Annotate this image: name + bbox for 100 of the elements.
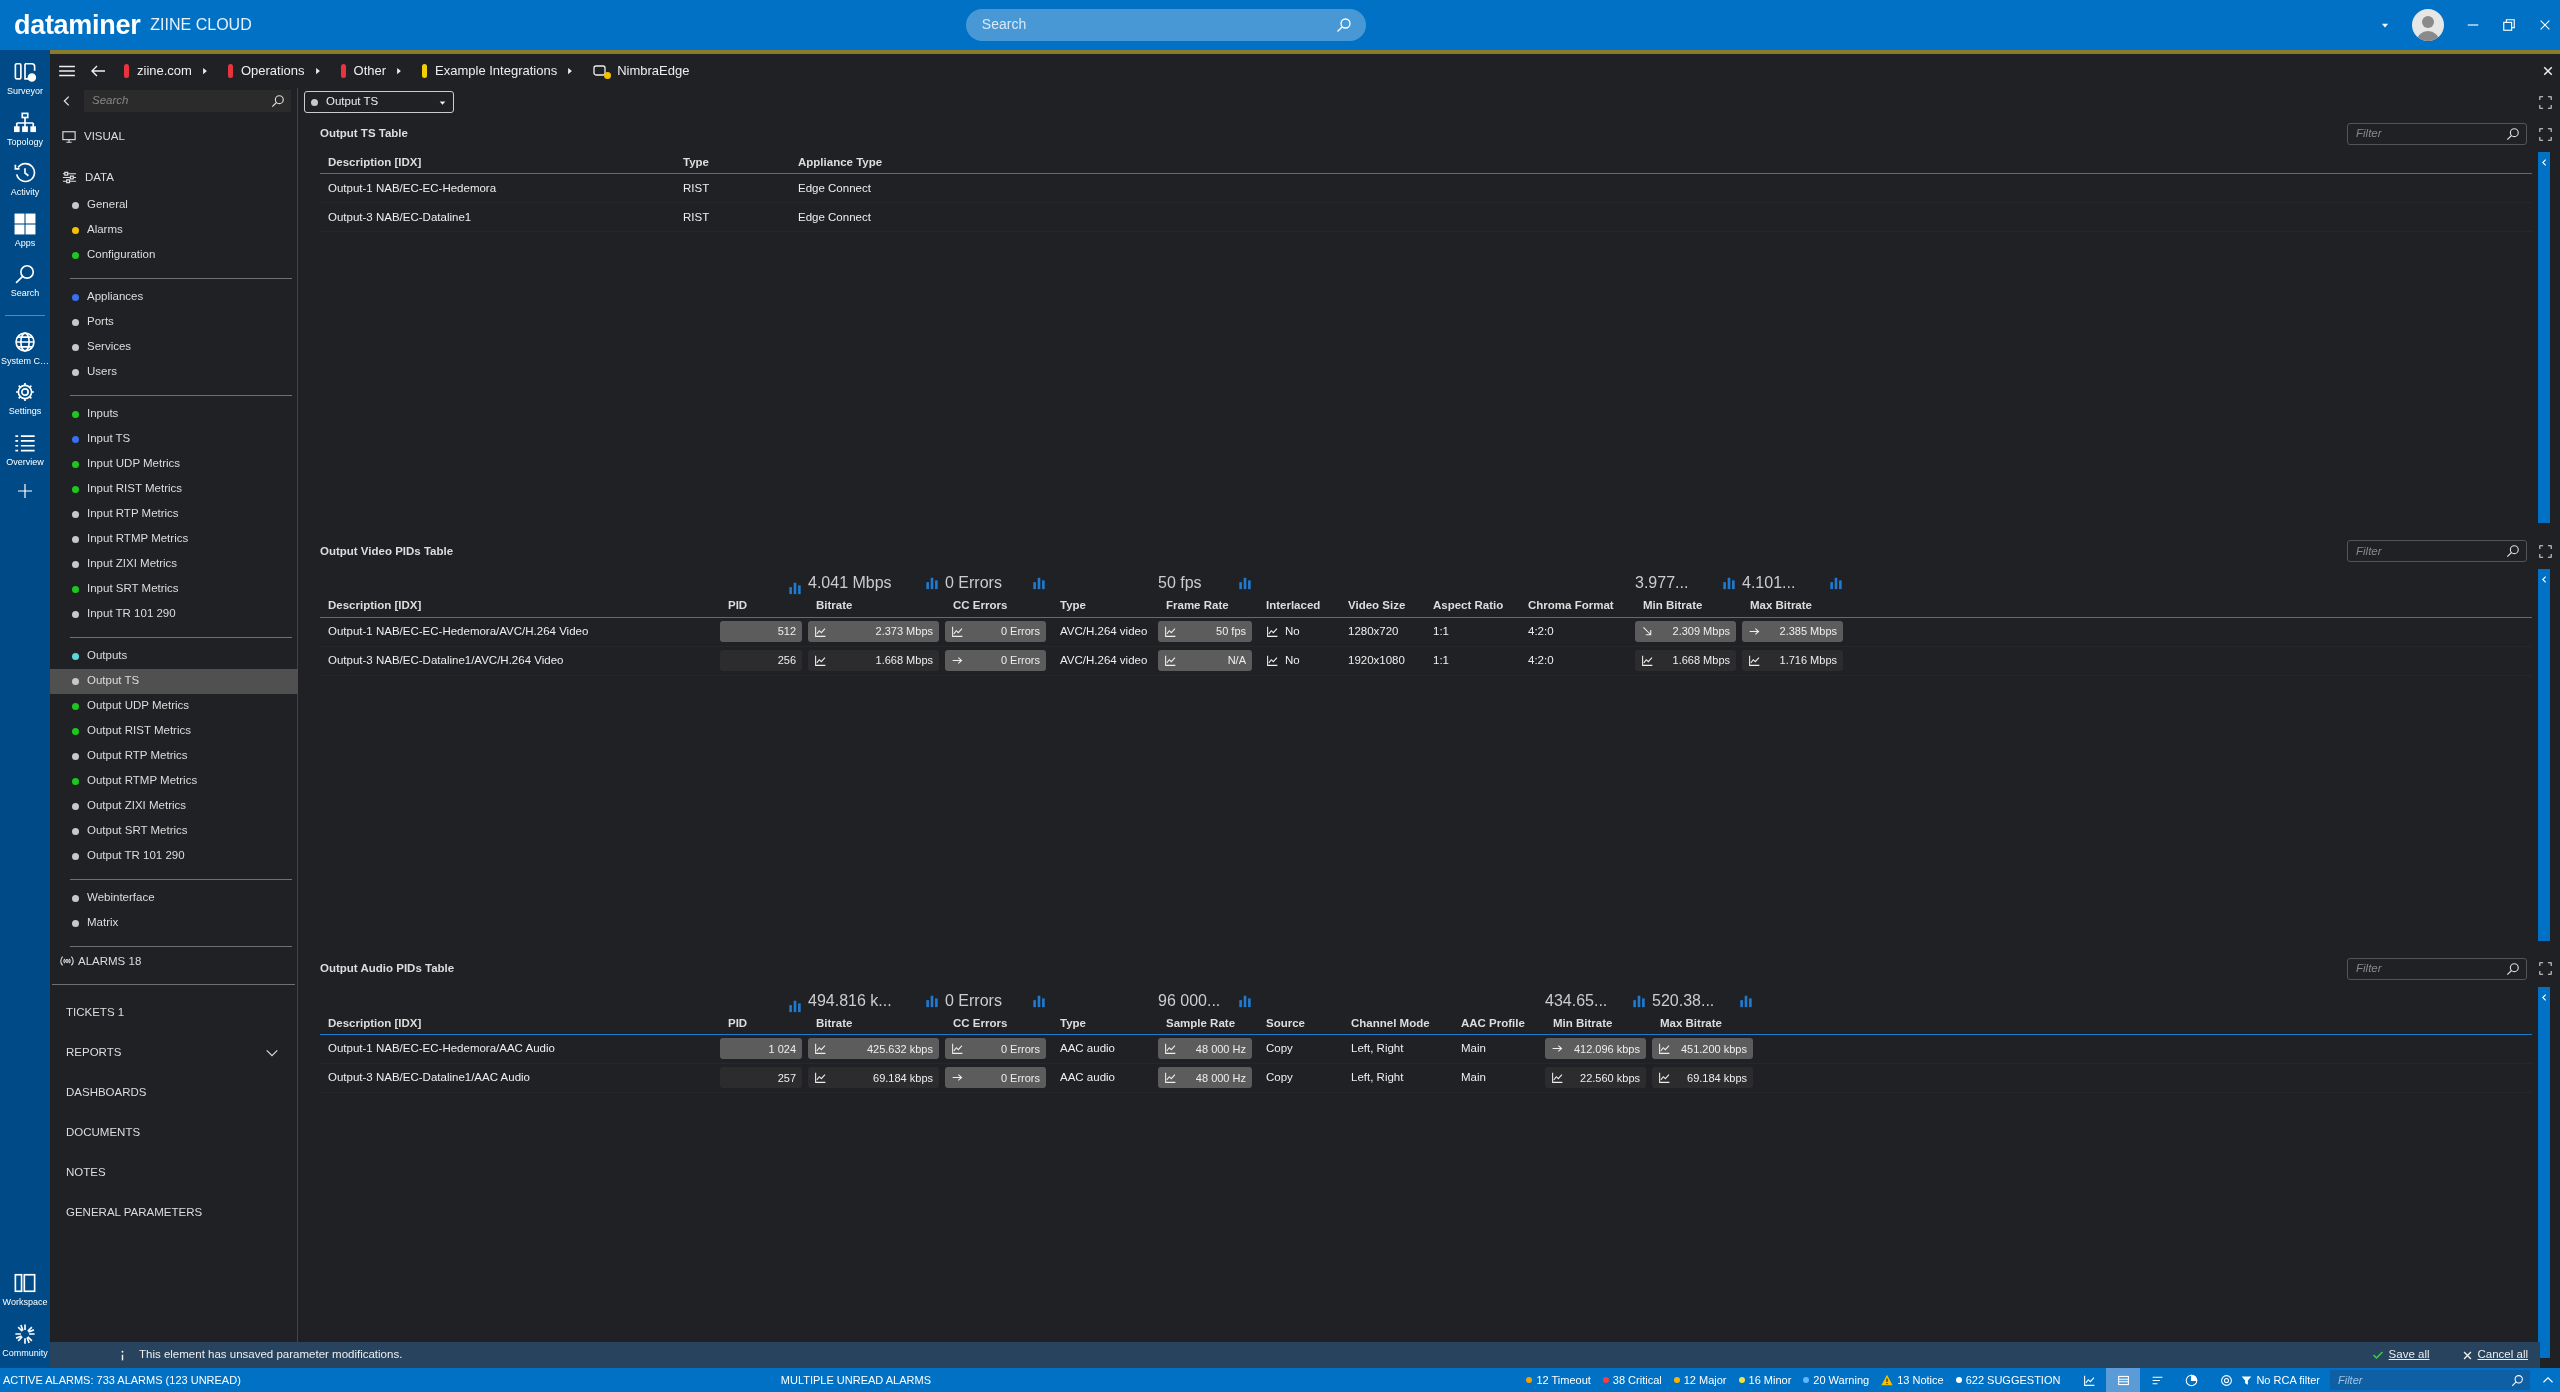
- parameter-value[interactable]: 0 Errors: [945, 1067, 1046, 1089]
- filter-field[interactable]: Filter: [2354, 541, 2506, 561]
- line-chart-icon[interactable]: [1266, 654, 1279, 668]
- parameter-value[interactable]: 0 Errors: [945, 621, 1046, 643]
- sidebar-item[interactable]: Matrix: [50, 910, 298, 936]
- back-icon[interactable]: [90, 63, 106, 79]
- column-header[interactable]: PID: [720, 1012, 808, 1035]
- parameter-value[interactable]: 1.668 Mbps: [1635, 650, 1736, 672]
- alarm-count[interactable]: 622 SUGGESTION: [1965, 1371, 2061, 1389]
- sidebar-item[interactable]: General: [50, 192, 298, 218]
- sidebar-item[interactable]: Configuration: [50, 242, 298, 268]
- filter-field[interactable]: Filter: [2347, 540, 2527, 563]
- column-header[interactable]: Interlaced: [1258, 595, 1340, 618]
- fullscreen-icon[interactable]: [2539, 127, 2552, 141]
- avatar[interactable]: [2412, 9, 2444, 41]
- rca-filter[interactable]: No RCA filter: [2256, 1371, 2320, 1389]
- sidebar-item[interactable]: Users: [50, 359, 298, 385]
- alarm-count[interactable]: 38 Critical: [1612, 1371, 1662, 1389]
- sidebar-item[interactable]: Alarms: [50, 217, 298, 243]
- sidebar-item[interactable]: Outputs: [50, 643, 298, 669]
- parameter-value[interactable]: 451.200 kbps: [1652, 1038, 1753, 1060]
- sidebar-item[interactable]: Output UDP Metrics: [50, 693, 298, 719]
- filter-field[interactable]: Filter: [2354, 959, 2506, 979]
- parameter-value[interactable]: 412.096 kbps: [1545, 1038, 1646, 1060]
- view-button[interactable]: [2106, 1368, 2141, 1392]
- active-alarms-text[interactable]: ACTIVE ALARMS: 733 ALARMS (123 UNREAD): [3, 1371, 241, 1389]
- column-header[interactable]: Aspect Ratio: [1425, 595, 1520, 618]
- bar-chart-icon[interactable]: [1739, 993, 1753, 1008]
- bar-chart-icon[interactable]: [1632, 993, 1646, 1008]
- sidebar-item[interactable]: Output RTMP Metrics: [50, 768, 298, 794]
- sidebar-link[interactable]: NOTES: [50, 1152, 297, 1193]
- search-field[interactable]: Search: [84, 90, 291, 112]
- alarm-count[interactable]: 13 Notice: [1897, 1371, 1944, 1389]
- line-chart-icon[interactable]: [1266, 625, 1279, 639]
- column-header[interactable]: Min Bitrate: [1545, 1012, 1652, 1035]
- filter-field[interactable]: Filter: [2347, 957, 2527, 980]
- parameter-value[interactable]: 0 Errors: [945, 1038, 1046, 1060]
- parameter-value[interactable]: 22.560 kbps: [1545, 1067, 1646, 1089]
- sidebar-item[interactable]: Input SRT Metrics: [50, 576, 298, 602]
- sidebar-link[interactable]: REPORTS: [50, 1032, 297, 1073]
- column-header[interactable]: Min Bitrate: [1635, 595, 1742, 618]
- parameter-value[interactable]: 48 000 Hz: [1158, 1067, 1252, 1089]
- column-header[interactable]: Type: [1052, 595, 1158, 618]
- sidebar-item[interactable]: Inputs: [50, 401, 298, 427]
- panels-icon[interactable]: [14, 1272, 36, 1294]
- bar-chart-icon[interactable]: [925, 576, 939, 591]
- parameter-value[interactable]: 257: [720, 1067, 802, 1089]
- column-header[interactable]: AAC Profile: [1453, 1012, 1545, 1035]
- column-header[interactable]: Frame Rate: [1158, 595, 1258, 618]
- cancel-all-link[interactable]: Cancel all: [2461, 1346, 2528, 1364]
- bar-chart-icon[interactable]: [1829, 576, 1843, 591]
- breadcrumb-link[interactable]: ziine.com: [137, 61, 192, 81]
- column-header[interactable]: Sample Rate: [1158, 1012, 1258, 1035]
- search-field[interactable]: Search: [965, 9, 1366, 41]
- bar-chart-icon[interactable]: [925, 993, 939, 1008]
- column-header[interactable]: Type: [675, 152, 790, 174]
- sidebar-item[interactable]: Input ZIXI Metrics: [50, 551, 298, 577]
- sidebar-item[interactable]: Input TS: [50, 426, 298, 452]
- sidebar-item[interactable]: Input TR 101 290: [50, 601, 298, 627]
- parameter-value[interactable]: 69.184 kbps: [808, 1067, 939, 1089]
- close-icon[interactable]: [2542, 65, 2554, 77]
- column-header[interactable]: Source: [1258, 1012, 1343, 1035]
- column-header[interactable]: Chroma Format: [1520, 595, 1635, 618]
- search-field[interactable]: Search: [979, 15, 1336, 35]
- alarm-count[interactable]: 16 Minor: [1748, 1371, 1792, 1389]
- sidebar-item[interactable]: Input UDP Metrics: [50, 451, 298, 477]
- rail-label[interactable]: System C…: [1, 354, 49, 368]
- column-header[interactable]: Description [IDX]: [320, 595, 720, 618]
- bar-chart-icon[interactable]: [1032, 576, 1046, 591]
- parameter-value[interactable]: 2.385 Mbps: [1742, 621, 1843, 643]
- sidebar-item[interactable]: Input RTMP Metrics: [50, 526, 298, 552]
- sidebar-item[interactable]: Output TR 101 290: [50, 843, 298, 869]
- breadcrumb-link[interactable]: NimbraEdge: [617, 61, 690, 81]
- sidebar-item[interactable]: Output SRT Metrics: [50, 818, 298, 844]
- section-header[interactable]: VISUAL: [84, 128, 125, 146]
- sidebar-item[interactable]: Output RIST Metrics: [50, 718, 298, 744]
- parameter-value[interactable]: 256: [720, 650, 802, 672]
- bar-chart-icon[interactable]: [1032, 993, 1046, 1008]
- apps-icon[interactable]: [14, 212, 36, 235]
- save-all-link[interactable]: Save all: [2371, 1346, 2430, 1364]
- column-header[interactable]: Bitrate: [808, 595, 945, 618]
- fullscreen-icon[interactable]: [2539, 95, 2552, 109]
- breadcrumb-link[interactable]: Example Integrations: [435, 61, 558, 81]
- parameter-value[interactable]: 2.309 Mbps: [1635, 621, 1736, 643]
- parameter-value[interactable]: 1.668 Mbps: [808, 650, 939, 672]
- sidebar-link[interactable]: DASHBOARDS: [50, 1072, 297, 1113]
- column-header[interactable]: CC Errors: [945, 595, 1052, 618]
- column-header[interactable]: CC Errors: [945, 1012, 1052, 1035]
- column-header[interactable]: Channel Mode: [1343, 1012, 1453, 1035]
- column-header[interactable]: Video Size: [1340, 595, 1425, 618]
- settings-icon[interactable]: [14, 381, 36, 403]
- column-header[interactable]: Description [IDX]: [320, 1012, 720, 1035]
- parameter-value[interactable]: 2.373 Mbps: [808, 621, 939, 643]
- rail-label[interactable]: Settings: [8, 405, 42, 419]
- parameter-value[interactable]: 1 024: [720, 1038, 802, 1060]
- sidebar-link[interactable]: DOCUMENTS: [50, 1112, 297, 1153]
- clock-icon[interactable]: [14, 162, 36, 184]
- column-header[interactable]: Max Bitrate: [1742, 595, 1849, 618]
- bar-chart-icon[interactable]: [1722, 576, 1736, 591]
- bar-chart-icon[interactable]: [788, 581, 802, 596]
